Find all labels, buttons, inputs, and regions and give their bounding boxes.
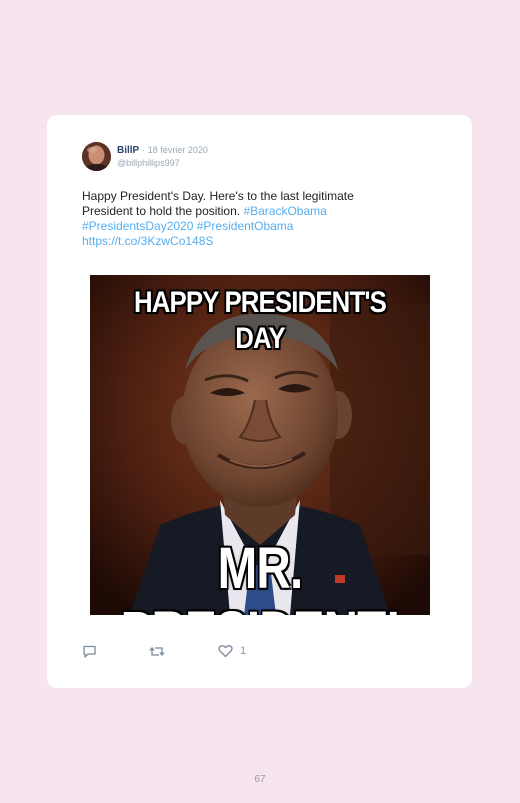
page-number: 67: [254, 774, 266, 785]
tweet-date[interactable]: 18 février 2020: [148, 145, 208, 155]
tweet-text-line-2: President to hold the position. #BarackO…: [82, 204, 412, 219]
hashtag-barackobama[interactable]: #BarackObama: [243, 204, 326, 218]
meme-bottom-text: MR. PRESIDENT!: [121, 536, 402, 616]
display-name[interactable]: BillP: [117, 145, 139, 156]
tweet-text: Happy President's Day. Here's to the las…: [82, 189, 412, 249]
hashtag-presidentsday2020[interactable]: #PresidentsDay2020: [82, 219, 193, 233]
like-count: 1: [240, 645, 247, 657]
tweet-media-image[interactable]: HAPPY PRESIDENT'S DAY MR. PRESIDENT!: [90, 275, 430, 615]
heart-icon: [218, 645, 233, 658]
tweet-text-line-4: https://t.co/3KzwCo148S: [82, 234, 412, 249]
tweet-link[interactable]: https://t.co/3KzwCo148S: [82, 234, 213, 248]
retweet-button[interactable]: [149, 643, 165, 659]
tweet-card: BillP · 18 février 2020 @billphillips997…: [47, 115, 472, 688]
meme-top-text: HAPPY PRESIDENT'S DAY: [134, 286, 387, 355]
tweet-actions: 1: [82, 643, 282, 659]
reply-button[interactable]: [82, 643, 97, 659]
tweet-text-line-1: Happy President's Day. Here's to the las…: [82, 189, 354, 203]
reply-icon: [83, 645, 96, 658]
avatar[interactable]: [82, 142, 111, 171]
retweet-icon: [149, 646, 165, 656]
hashtag-presidentobama[interactable]: #PresidentObama: [197, 219, 294, 233]
user-handle[interactable]: @billphillips997: [117, 158, 180, 169]
tweet-text-fragment: President to hold the position.: [82, 204, 244, 218]
tweet-text-line-3: #PresidentsDay2020 #PresidentObama: [82, 219, 412, 234]
separator-dot: ·: [142, 145, 146, 155]
author-line: BillP · 18 février 2020: [117, 145, 208, 156]
like-button[interactable]: 1: [218, 643, 246, 659]
